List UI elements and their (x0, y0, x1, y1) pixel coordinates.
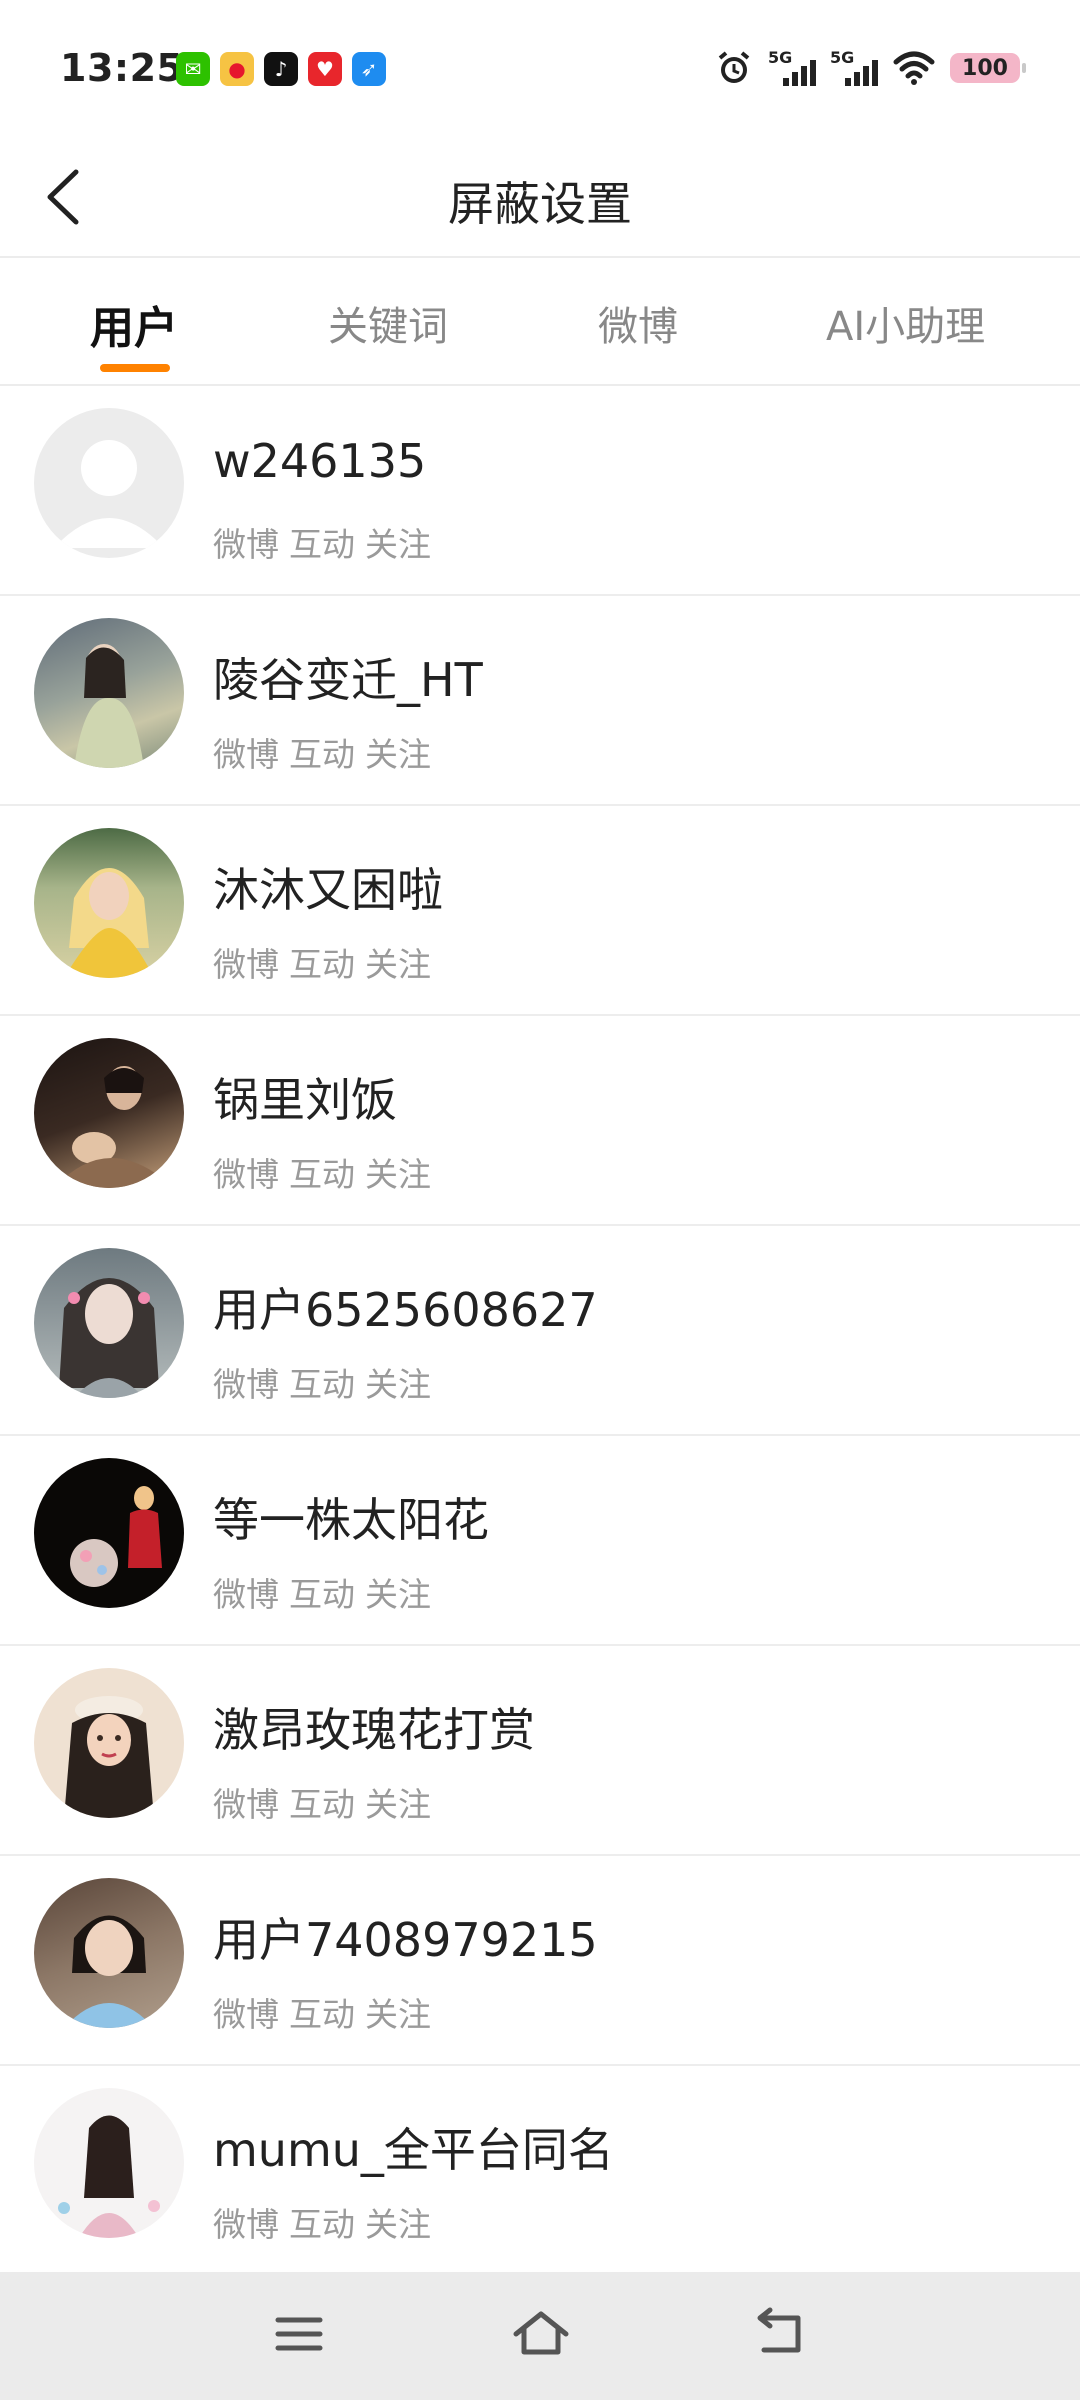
user-tags: 微博 互动 关注 (213, 518, 441, 566)
blocked-user-list: w246135 微博互动关注 陵谷变迁_HT 微博互动关注 沐沐又困啦 (0, 386, 1080, 2276)
user-name: 锅里刘饭 (213, 1073, 397, 1127)
avatar (34, 1878, 184, 2028)
tag-follow: 关注 (365, 945, 431, 984)
tag-weibo: 微博 (213, 945, 279, 984)
tag-weibo: 微博 (213, 1155, 279, 1194)
notification-icons: ✉ ● ♪ ♥ ➶ (176, 52, 386, 86)
tag-weibo: 微博 (213, 1365, 279, 1404)
user-tags: 微博 互动 关注 (213, 2198, 441, 2246)
tag-weibo: 微博 (213, 2205, 279, 2244)
user-name: 激昂玫瑰花打赏 (213, 1703, 535, 1757)
tag-interaction: 互动 (289, 2205, 355, 2244)
tag-weibo: 微博 (213, 735, 279, 774)
tag-follow: 关注 (365, 1365, 431, 1404)
home-icon[interactable] (506, 2304, 576, 2364)
user-name: 等一株太阳花 (213, 1493, 489, 1547)
tag-follow: 关注 (365, 1785, 431, 1824)
tag-interaction: 互动 (289, 1155, 355, 1194)
menu-icon[interactable] (264, 2304, 334, 2364)
alarm-icon (718, 51, 750, 83)
tag-follow: 关注 (365, 735, 431, 774)
list-item[interactable]: 等一株太阳花 微博 互动 关注 (0, 1436, 1080, 1646)
list-item[interactable]: 用户7408979215 微博 互动 关注 (0, 1856, 1080, 2066)
avatar (34, 1038, 184, 1188)
avatar (34, 618, 184, 768)
status-bar: 13:25 ✉ ● ♪ ♥ ➶ 5G 5G 100 (0, 0, 1080, 140)
tab-ai-assistant[interactable]: AI小助理 (826, 294, 985, 352)
tag-follow: 关注 (365, 1575, 431, 1614)
tag-follow: 关注 (365, 1995, 431, 2034)
list-item[interactable]: w246135 微博 互动 关注 (0, 386, 1080, 596)
avatar (34, 1668, 184, 1818)
avatar (34, 1458, 184, 1608)
tag-follow: 关注 (365, 2205, 431, 2244)
user-name: 沐沐又困啦 (213, 863, 443, 917)
user-tags: 微博 互动 关注 (213, 1988, 441, 2036)
tag-follow: 关注 (365, 525, 431, 564)
status-indicators: 5G 5G 100 (714, 48, 1026, 88)
tag-interaction: 互动 (289, 525, 355, 564)
tab-users[interactable]: 用户 (90, 292, 178, 356)
user-name: 用户6525608627 (213, 1283, 598, 1337)
header: 屏蔽设置 (0, 140, 1080, 258)
wifi-icon (893, 51, 935, 85)
feather-app-icon: ➶ (352, 52, 386, 86)
page-title: 屏蔽设置 (448, 177, 632, 231)
avatar-default (34, 408, 184, 558)
tag-interaction: 互动 (289, 945, 355, 984)
user-tags: 微博 互动 关注 (213, 1778, 441, 1826)
tag-follow: 关注 (365, 1155, 431, 1194)
list-item[interactable]: 沐沐又困啦 微博 互动 关注 (0, 806, 1080, 1016)
tab-keywords[interactable]: 关键词 (328, 294, 448, 352)
user-name: 陵谷变迁_HT (213, 653, 483, 707)
tag-weibo: 微博 (213, 525, 279, 564)
tag-interaction: 互动 (289, 1995, 355, 2034)
avatar (34, 2088, 184, 2238)
avatar (34, 828, 184, 978)
wechat-icon: ✉ (176, 52, 210, 86)
tag-interaction: 互动 (289, 735, 355, 774)
user-tags: 微博 互动 关注 (213, 1358, 441, 1406)
tag-interaction: 互动 (289, 1575, 355, 1614)
system-nav-bar (0, 2272, 1080, 2400)
list-item[interactable]: mumu_全平台同名 微博 互动 关注 (0, 2066, 1080, 2276)
avatar (34, 1248, 184, 1398)
list-item[interactable]: 锅里刘饭 微博 互动 关注 (0, 1016, 1080, 1226)
tab-bar: 用户 关键词 微博 AI小助理 (0, 258, 1080, 386)
tag-interaction: 互动 (289, 1365, 355, 1404)
user-tags: 微博 互动 关注 (213, 1148, 441, 1196)
user-name: mumu_全平台同名 (213, 2123, 614, 2177)
user-name: w246135 (213, 434, 427, 488)
active-tab-indicator (100, 364, 170, 372)
user-tags: 微博 互动 关注 (213, 728, 441, 776)
status-time: 13:25 (60, 46, 184, 90)
tab-weibo[interactable]: 微博 (598, 294, 678, 352)
tag-weibo: 微博 (213, 1995, 279, 2034)
battery-indicator: 100 (950, 53, 1026, 83)
signal-5g-1-icon: 5G (768, 48, 816, 88)
tiktok-icon: ♪ (264, 52, 298, 86)
tag-weibo: 微博 (213, 1575, 279, 1614)
weibo-icon: ● (220, 52, 254, 86)
signal-5g-2-icon: 5G (830, 48, 878, 88)
heart-app-icon: ♥ (308, 52, 342, 86)
list-item[interactable]: 陵谷变迁_HT 微博 互动 关注 (0, 596, 1080, 806)
user-name: 用户7408979215 (213, 1913, 598, 1967)
back-nav-icon[interactable] (746, 2304, 816, 2364)
list-item[interactable]: 激昂玫瑰花打赏 微博 互动 关注 (0, 1646, 1080, 1856)
tag-interaction: 互动 (289, 1785, 355, 1824)
user-tags: 微博 互动 关注 (213, 1568, 441, 1616)
tag-weibo: 微博 (213, 1785, 279, 1824)
user-tags: 微博 互动 关注 (213, 938, 441, 986)
list-item[interactable]: 用户6525608627 微博 互动 关注 (0, 1226, 1080, 1436)
